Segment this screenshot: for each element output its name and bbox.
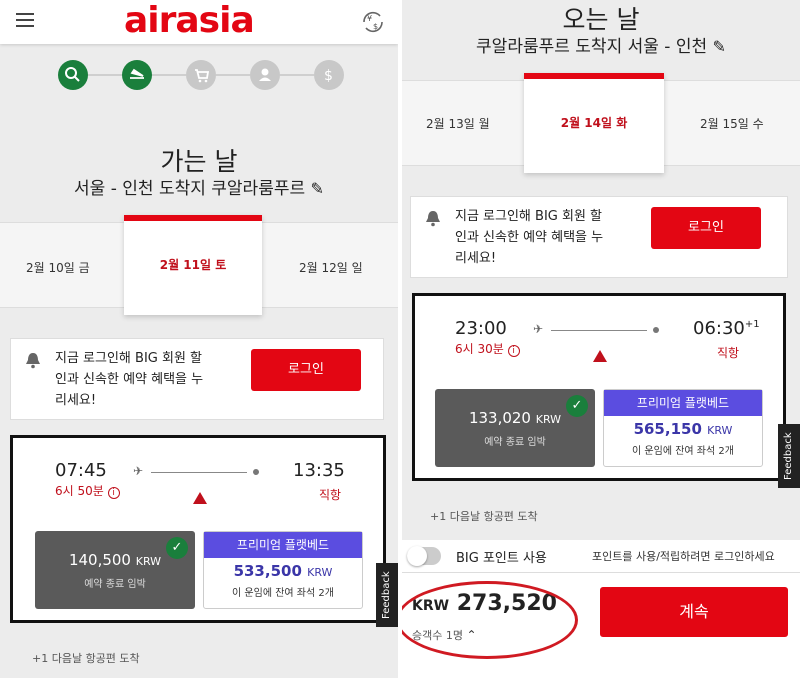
outbound-panel: airasia ¥ $ $ 가는 날 서울 - 인천 도착지 쿠알라룸푸르 ✎ …	[0, 0, 398, 678]
flight-type: 직항	[319, 488, 342, 502]
total-bar: KRW 273,520 승객수 1명 ⌃ 계속	[402, 572, 800, 678]
login-promo-box: 지금 로그인해 BIG 회원 할 인과 신속한 예약 혜택을 누 리세요! 로그…	[410, 196, 788, 278]
depart-time: 07:45	[55, 460, 107, 481]
date-prev[interactable]: 2월 10일 금	[26, 259, 90, 276]
flight-duration: 6시 50분 i	[55, 482, 120, 499]
premium-price: 533,500 KRW	[233, 562, 333, 580]
premium-note: 이 운임에 잔여 좌석 2개	[232, 588, 334, 599]
fare-note: 예약 종료 임박	[84, 579, 146, 590]
big-points-note: 포인트를 사용/적립하려면 로그인하세요	[592, 550, 775, 563]
menu-icon[interactable]	[16, 13, 34, 27]
big-points-row: BIG 포인트 사용 포인트를 사용/적립하려면 로그인하세요	[402, 540, 800, 572]
arrive-time: 06:30+1	[693, 318, 760, 339]
premium-price: 565,150 KRW	[633, 420, 733, 438]
step-connector	[216, 74, 250, 76]
info-icon[interactable]: i	[107, 487, 120, 499]
date-next[interactable]: 2월 12일 일	[299, 259, 363, 276]
currency-switch-icon[interactable]: ¥ $	[360, 9, 386, 35]
route-text: 쿠알라룸푸르 도착지 서울 - 인천	[476, 37, 708, 57]
date-selector: 2월 13일 월 2월 14일 화 2월 15일 수	[402, 73, 800, 173]
premium-flatbed-option[interactable]: 프리미엄 플랫베드 533,500 KRW 이 운임에 잔여 좌석 2개	[203, 531, 363, 609]
premium-header: 프리미엄 플랫베드	[204, 532, 362, 558]
return-route: 쿠알라룸푸르 도착지 서울 - 인천 ✎	[402, 32, 800, 57]
next-day-note: +1 다음날 항공편 도착	[430, 510, 538, 523]
location-pin-icon	[653, 327, 659, 333]
login-button[interactable]: 로그인	[651, 207, 761, 249]
login-button[interactable]: 로그인	[251, 349, 361, 391]
flight-duration: 6시 30분 i	[455, 340, 520, 357]
date-selected[interactable]: 2월 14일 화	[524, 73, 664, 173]
feedback-tab[interactable]: Feedback	[376, 563, 398, 627]
next-day-note: +1 다음날 항공편 도착	[32, 652, 140, 665]
location-pin-icon	[253, 469, 259, 475]
route-text: 서울 - 인천 도착지 쿠알라룸푸르	[74, 179, 306, 199]
top-bar: airasia ¥ $	[0, 0, 398, 44]
edit-pencil-icon[interactable]: ✎	[713, 37, 726, 56]
premium-header: 프리미엄 플랫베드	[604, 390, 762, 416]
outbound-route: 서울 - 인천 도착지 쿠알라룸푸르 ✎	[0, 174, 398, 199]
selected-check-icon: ✓	[166, 537, 188, 559]
date-selected[interactable]: 2월 11일 토	[124, 215, 262, 315]
return-title: 오는 날	[562, 5, 640, 34]
login-message: 지금 로그인해 BIG 회원 할 인과 신속한 예약 혜택을 누 리세요!	[55, 351, 204, 408]
step-connector	[280, 74, 314, 76]
flight-line	[551, 330, 647, 331]
fare-note: 예약 종료 임박	[484, 437, 546, 448]
feedback-tab[interactable]: Feedback	[778, 424, 800, 488]
step-passenger-icon[interactable]	[250, 60, 280, 90]
airasia-logo[interactable]: airasia	[124, 0, 255, 42]
plane-icon: ✈	[133, 464, 144, 478]
warning-icon	[593, 350, 607, 362]
warning-icon	[193, 492, 207, 504]
step-payment-icon[interactable]: $	[314, 60, 344, 90]
date-prev[interactable]: 2월 13일 월	[426, 115, 490, 132]
flight-line	[151, 472, 247, 473]
step-flight-icon[interactable]	[122, 60, 152, 90]
svg-text:$: $	[373, 22, 378, 31]
step-cart-icon[interactable]	[186, 60, 216, 90]
flight-type: 직항	[717, 346, 740, 360]
outbound-title: 가는 날	[160, 147, 238, 176]
continue-button[interactable]: 계속	[600, 587, 788, 637]
selected-check-icon: ✓	[566, 395, 588, 417]
plane-icon: ✈	[533, 322, 544, 336]
login-message: 지금 로그인해 BIG 회원 할 인과 신속한 예약 혜택을 누 리세요!	[455, 209, 604, 266]
premium-flatbed-option[interactable]: 프리미엄 플랫베드 565,150 KRW 이 운임에 잔여 좌석 2개	[603, 389, 763, 467]
arrive-time: 13:35	[293, 460, 345, 481]
date-next[interactable]: 2월 15일 수	[700, 115, 764, 132]
svg-text:¥: ¥	[367, 14, 372, 23]
step-connector	[152, 74, 186, 76]
flight-card[interactable]: 07:45 6시 50분 i ✈ 13:35 직항 140,500 KRW 예약…	[10, 435, 386, 623]
bell-icon	[25, 351, 41, 369]
info-icon[interactable]: i	[507, 345, 520, 357]
bell-icon	[425, 209, 441, 227]
booking-progress-stepper: $	[58, 60, 344, 90]
step-search-icon[interactable]	[58, 60, 88, 90]
return-panel: 오는 날 쿠알라룸푸르 도착지 서울 - 인천 ✎ 2월 13일 월 2월 14…	[402, 0, 800, 678]
red-circle-annotation	[402, 581, 578, 659]
premium-note: 이 운임에 잔여 좌석 2개	[632, 446, 734, 457]
depart-time: 23:00	[455, 318, 507, 339]
svg-text:$: $	[324, 68, 333, 84]
step-connector	[88, 74, 122, 76]
edit-pencil-icon[interactable]: ✎	[311, 179, 324, 198]
date-selector: 2월 10일 금 2월 11일 토 2월 12일 일	[0, 215, 398, 315]
login-promo-box: 지금 로그인해 BIG 회원 할 인과 신속한 예약 혜택을 누 리세요! 로그…	[10, 338, 384, 420]
big-points-toggle[interactable]	[407, 546, 441, 566]
big-points-label: BIG 포인트 사용	[456, 551, 547, 566]
flight-card[interactable]: 23:00 6시 30분 i ✈ 06:30+1 직항 133,020 KRW …	[412, 293, 786, 481]
